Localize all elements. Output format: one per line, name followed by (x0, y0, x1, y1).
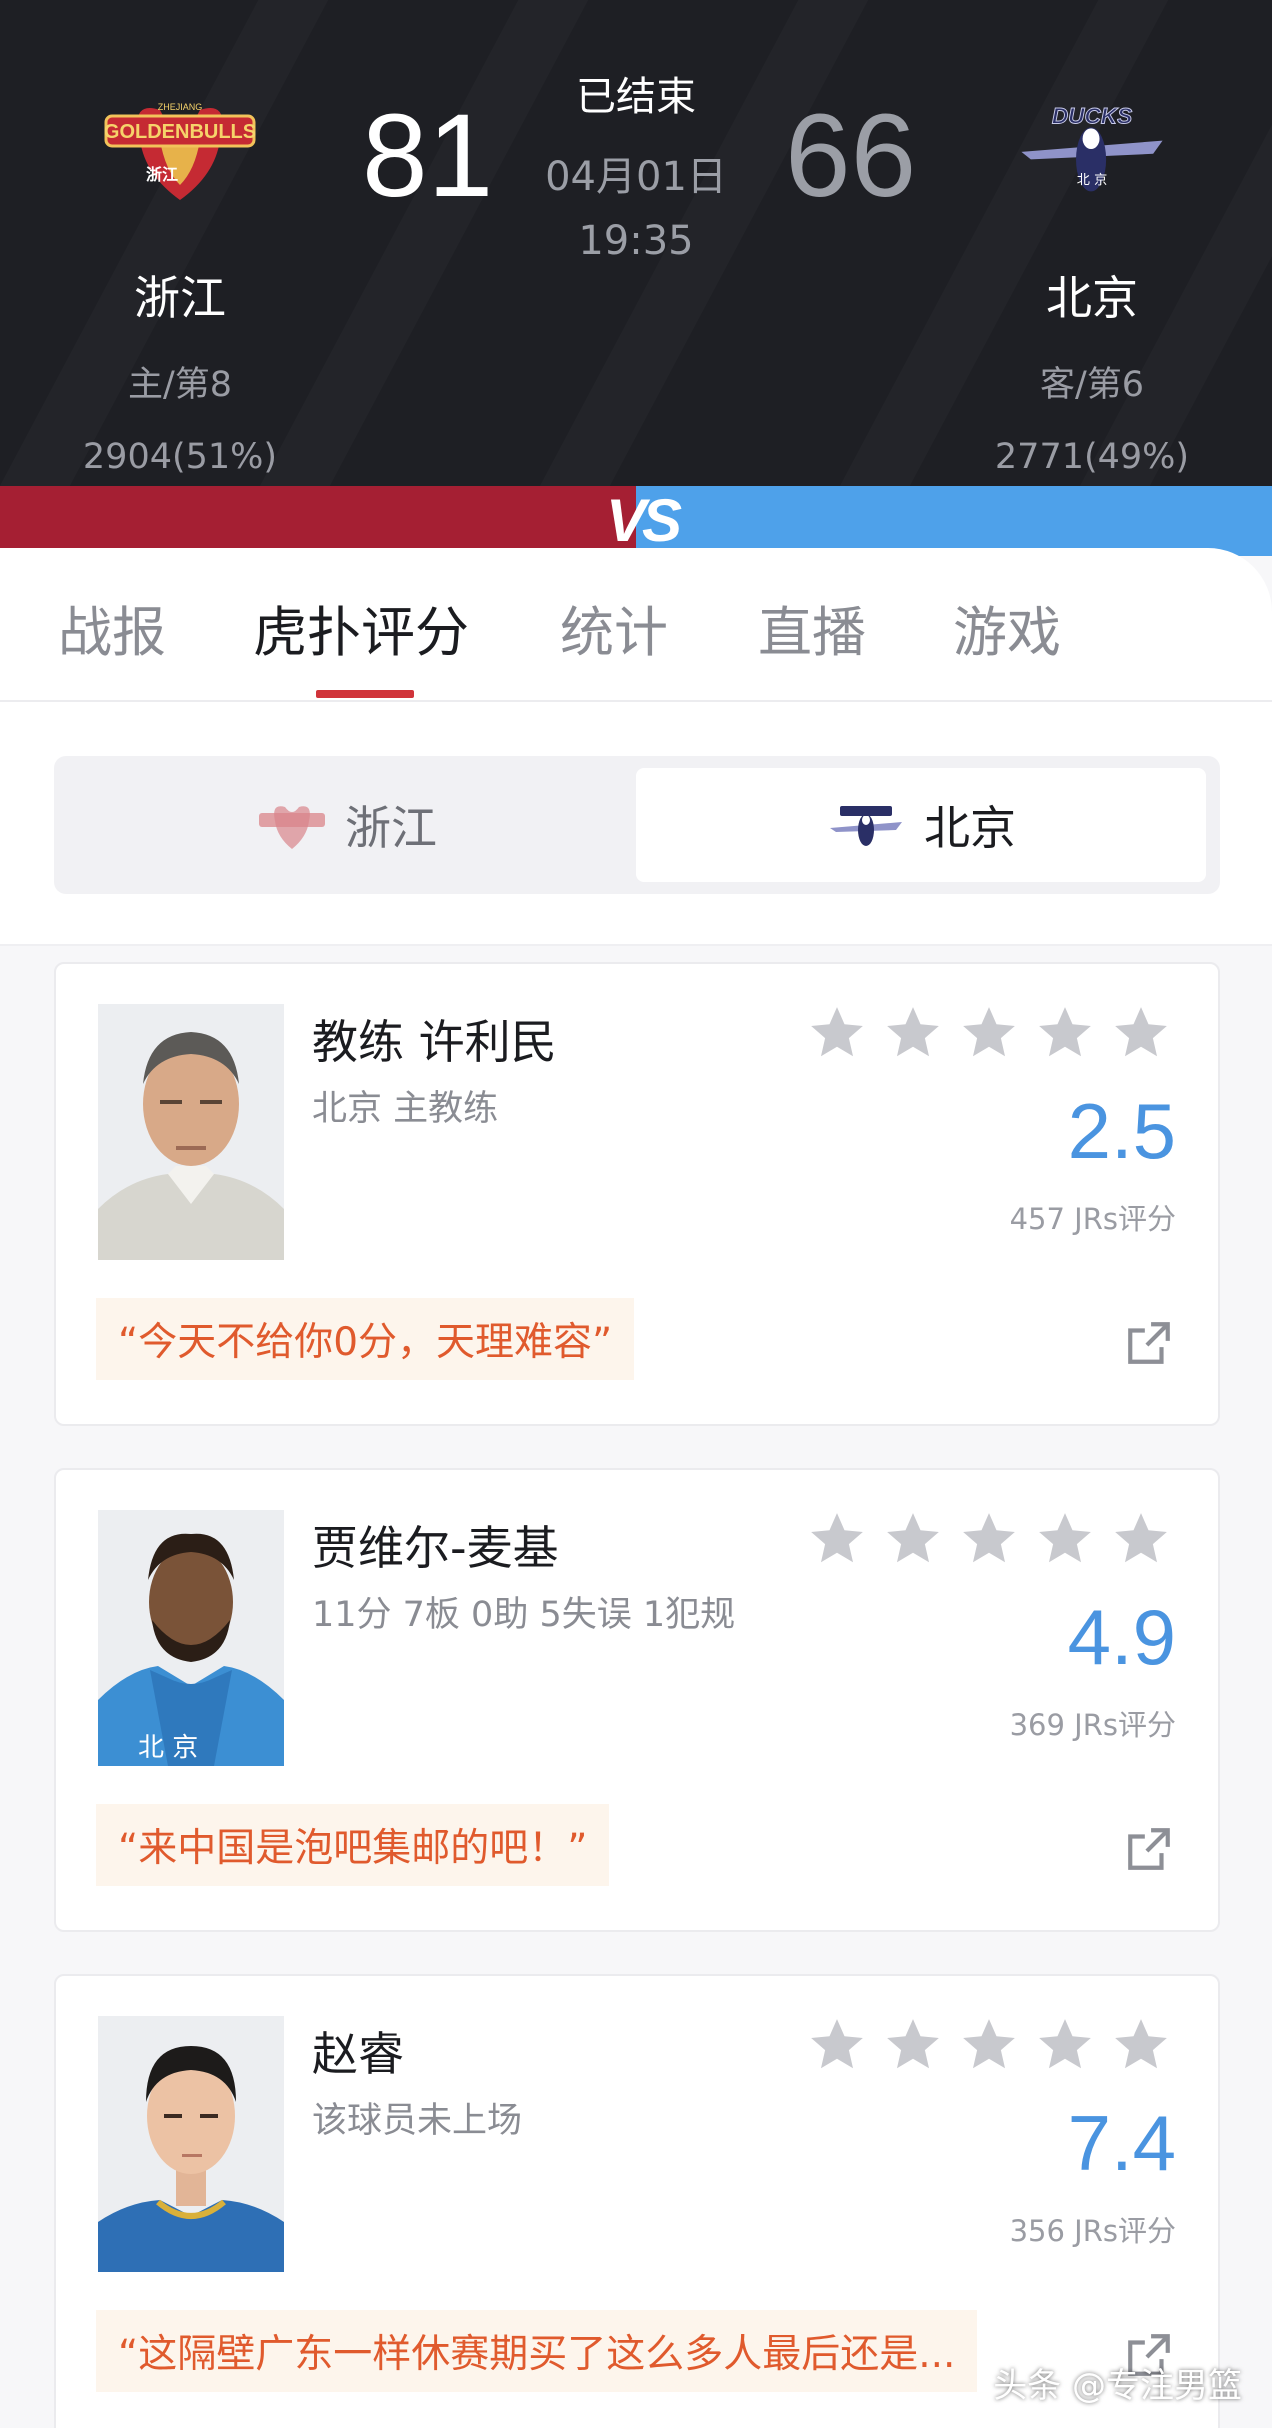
game-header: GOLDENBULLS ZHEJIANG 浙江 浙江 主/第8 2904(51%… (0, 0, 1272, 486)
rating-count: 369 JRs评分 (1009, 1708, 1176, 1742)
top-comment[interactable]: “这隔壁广东一样休赛期买了这么多人最后还是... (96, 2310, 978, 2392)
svg-text:北 京: 北 京 (138, 1733, 198, 1763)
top-comment[interactable]: “今天不给你0分，天理难容” (96, 1298, 635, 1380)
star-icon[interactable] (882, 2014, 944, 2076)
svg-text:GOLDENBULLS: GOLDENBULLS (104, 121, 256, 143)
star-icon[interactable] (806, 1508, 868, 1570)
star-icon[interactable] (1110, 1508, 1172, 1570)
svg-text:北 京: 北 京 (1077, 172, 1108, 188)
home-support-bar (0, 486, 636, 556)
tab-games[interactable]: 游戏 (953, 588, 1061, 667)
star-icon[interactable] (806, 1002, 868, 1064)
rating-score: 4.9 (1067, 1593, 1176, 1681)
rating-count: 356 JRs评分 (1009, 2214, 1176, 2248)
ducks-logo: DUCKS 北 京 (1012, 70, 1172, 230)
player-subtitle: 11分 7板 0助 5失误 1犯规 (312, 1595, 736, 1635)
player-name: 教练 许利民 (312, 1015, 557, 1069)
game-date: 04月01日 (545, 154, 727, 200)
home-team-name: 浙江 (134, 271, 226, 325)
switch-team-beijing-label: 北京 (924, 801, 1016, 855)
star-icon[interactable] (1034, 1508, 1096, 1570)
away-team[interactable]: DUCKS 北 京 北京 客/第6 2771(49%) (942, 70, 1242, 477)
star-icon[interactable] (1034, 1002, 1096, 1064)
watermark: 头条 @专注男篮 (993, 2366, 1242, 2406)
player-subtitle: 该球员未上场 (312, 2101, 523, 2141)
player-photo (98, 2016, 284, 2272)
star-icon[interactable] (1034, 2014, 1096, 2076)
away-support-bar (636, 486, 1272, 556)
share-icon[interactable] (1124, 1318, 1174, 1368)
player-name: 赵睿 (312, 2027, 404, 2081)
away-team-support: 2771(49%) (994, 437, 1190, 477)
game-status: 已结束 (576, 74, 696, 120)
away-team-rank: 客/第6 (1039, 365, 1145, 405)
game-time: 19:35 (578, 218, 694, 264)
player-photo: 北 京 (98, 1510, 284, 1766)
star-icon[interactable] (1110, 2014, 1172, 2076)
away-team-name: 北京 (1046, 271, 1138, 325)
vs-label: VS (606, 487, 682, 554)
team-switcher: 浙江 北京 (54, 756, 1220, 894)
star-rating[interactable] (806, 2014, 1172, 2076)
star-rating[interactable] (806, 1002, 1172, 1064)
rating-card[interactable]: 教练 许利民 北京 主教练 2.5 457 JRs评分 “今天不给你0分，天理难… (54, 962, 1220, 1426)
switch-team-zhejiang-label: 浙江 (345, 801, 437, 855)
svg-text:ZHEJIANG: ZHEJIANG (158, 102, 203, 112)
rating-score: 7.4 (1067, 2099, 1176, 2187)
away-score: 66 (785, 90, 917, 222)
star-icon[interactable] (958, 1508, 1020, 1570)
share-icon[interactable] (1124, 1824, 1174, 1874)
goldenbulls-mini-icon (257, 795, 327, 855)
ducks-mini-icon (826, 800, 906, 850)
star-icon[interactable] (882, 1508, 944, 1570)
player-subtitle: 北京 主教练 (312, 1089, 499, 1129)
rating-card[interactable]: 北 京 贾维尔-麦基 11分 7板 0助 5失误 1犯规 4.9 369 JRs… (54, 1468, 1220, 1932)
team-switch-area: 浙江 北京 (0, 702, 1272, 946)
svg-text:DUCKS: DUCKS (1052, 104, 1132, 129)
goldenbulls-logo: GOLDENBULLS ZHEJIANG 浙江 (100, 70, 260, 230)
coach-photo (98, 1004, 284, 1260)
tab-bar: 战报 虎扑评分 统计 直播 游戏 (0, 548, 1272, 702)
home-team-support: 2904(51%) (82, 437, 278, 477)
star-icon[interactable] (958, 2014, 1020, 2076)
star-rating[interactable] (806, 1508, 1172, 1570)
svg-text:浙江: 浙江 (146, 165, 178, 184)
support-bar: VS (0, 486, 1272, 556)
player-name: 贾维尔-麦基 (312, 1521, 559, 1575)
home-score: 81 (362, 90, 494, 222)
star-icon[interactable] (882, 1002, 944, 1064)
tab-stats[interactable]: 统计 (560, 588, 668, 667)
star-icon[interactable] (806, 2014, 868, 2076)
game-info: 已结束 04月01日 19:35 (486, 64, 786, 264)
switch-team-beijing[interactable]: 北京 (636, 768, 1206, 882)
home-team-rank: 主/第8 (127, 365, 233, 405)
rating-score: 2.5 (1067, 1087, 1176, 1175)
star-icon[interactable] (1110, 1002, 1172, 1064)
tab-hupu-rating[interactable]: 虎扑评分 (253, 588, 469, 667)
active-tab-indicator (316, 690, 414, 698)
tab-report[interactable]: 战报 (58, 588, 166, 667)
home-team[interactable]: GOLDENBULLS ZHEJIANG 浙江 浙江 主/第8 2904(51%… (30, 70, 330, 477)
star-icon[interactable] (958, 1002, 1020, 1064)
tab-live[interactable]: 直播 (758, 588, 866, 667)
rating-count: 457 JRs评分 (1009, 1202, 1176, 1236)
top-comment[interactable]: “来中国是泡吧集邮的吧！” (96, 1804, 610, 1886)
switch-team-zhejiang[interactable]: 浙江 (62, 768, 632, 882)
